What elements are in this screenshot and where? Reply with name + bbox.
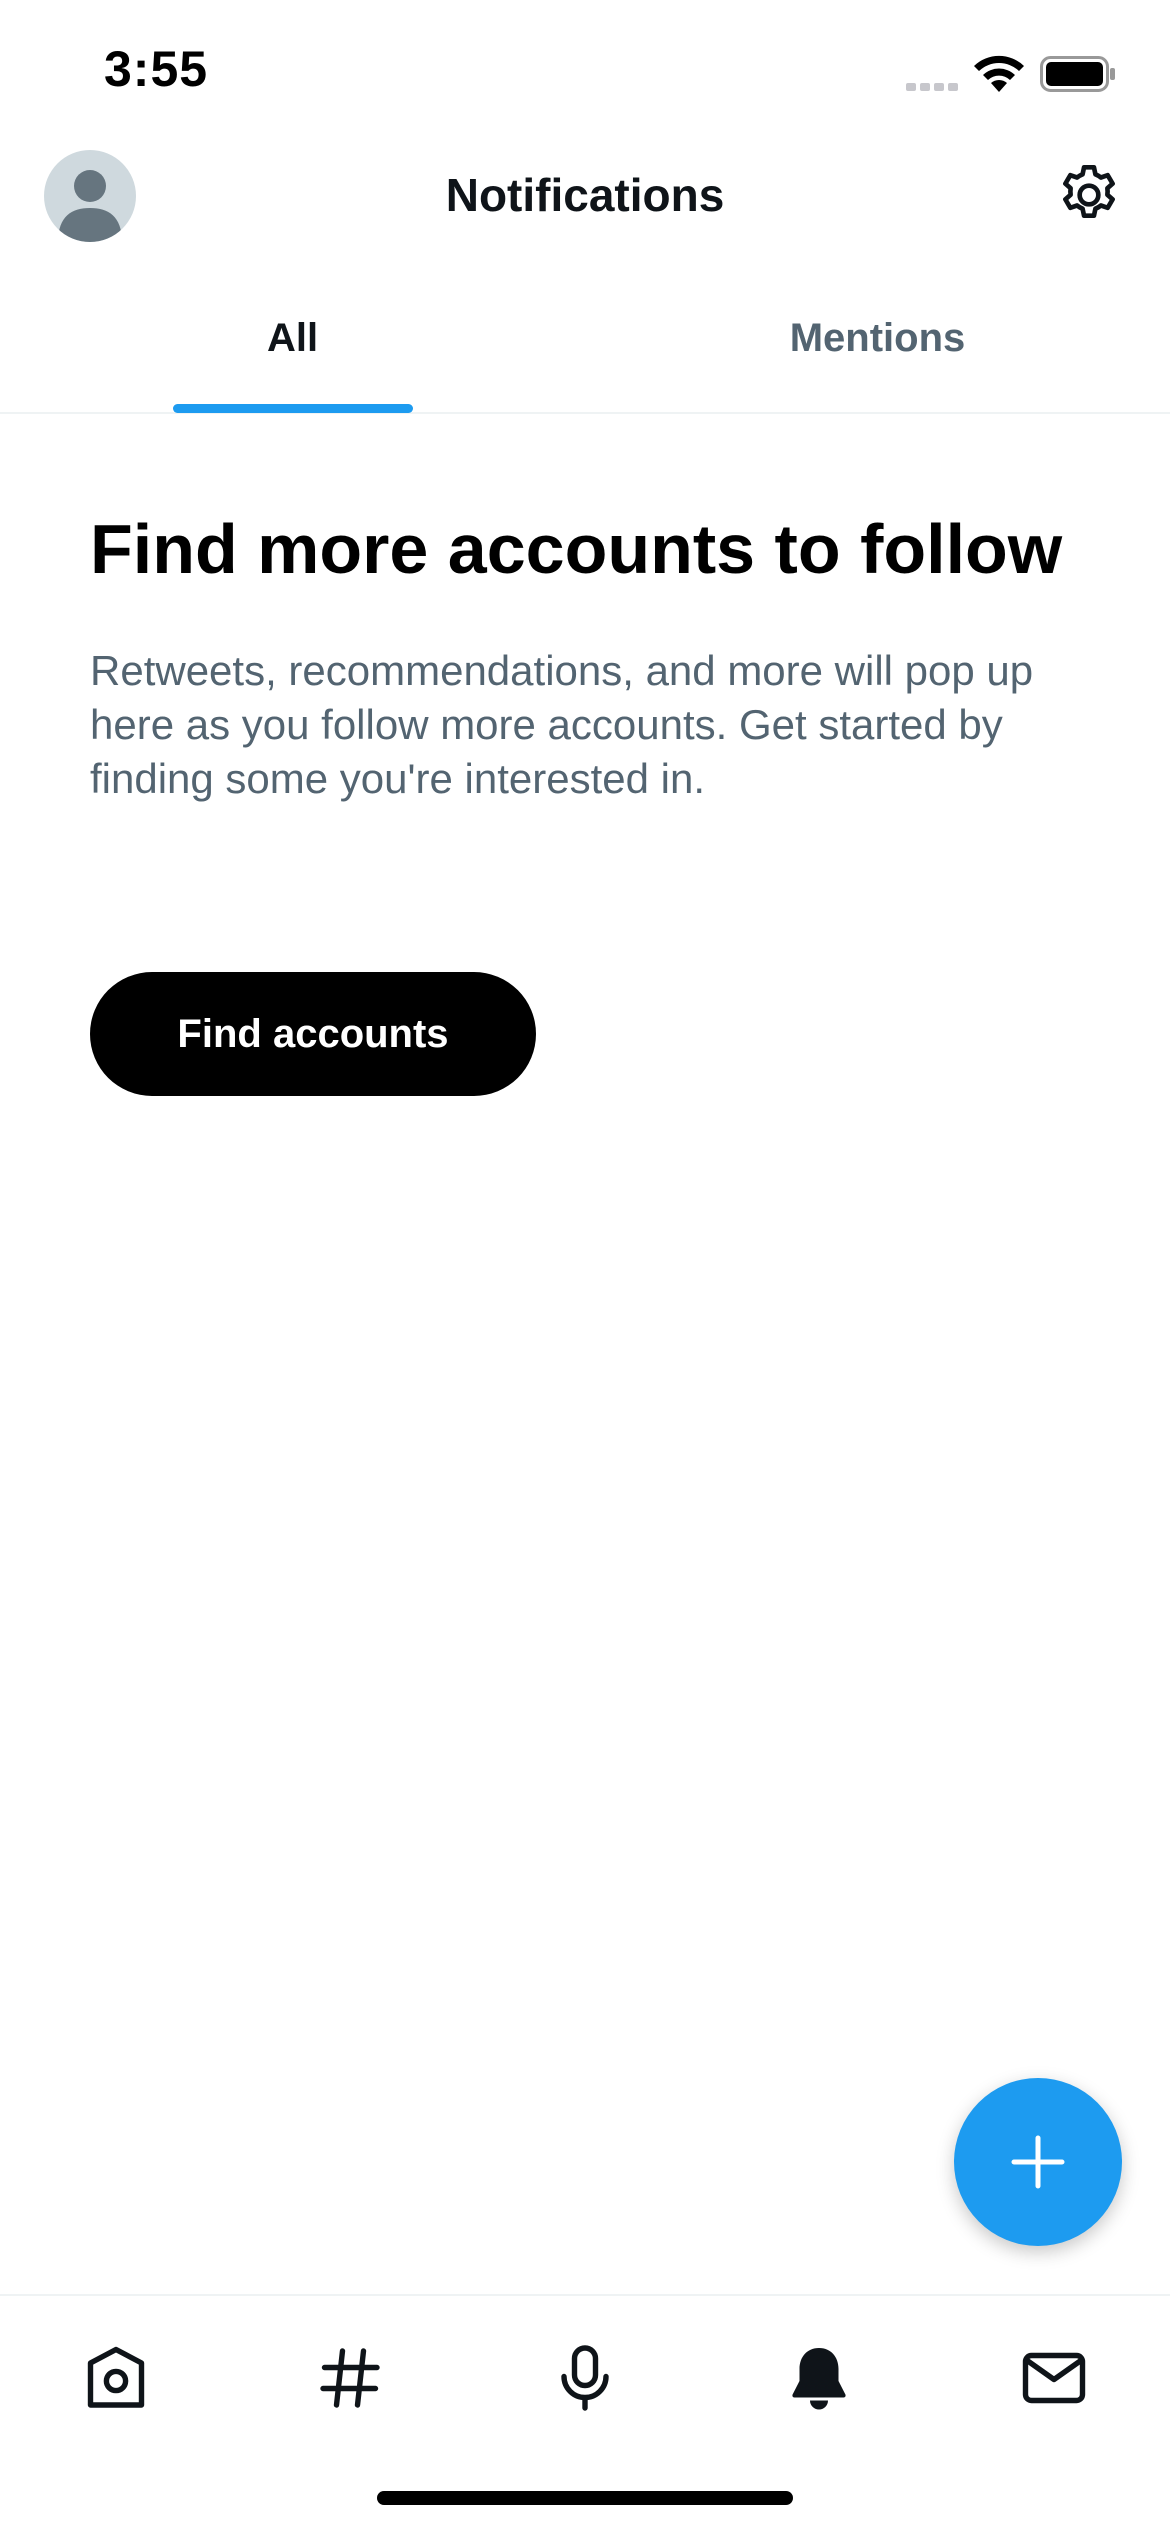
empty-state: Find more accounts to follow Retweets, r… [90,506,1090,806]
wifi-icon [974,55,1024,92]
mail-icon [1022,2352,1086,2404]
empty-state-description: Retweets, recommendations, and more will… [90,647,1034,802]
bell-icon [792,2348,846,2410]
microphone-icon [561,2345,609,2411]
page-title: Notifications [445,169,725,221]
status-bar: 3:55 [0,0,1170,140]
nav-messages[interactable] [1012,2336,1096,2420]
tab-all[interactable]: All [0,290,585,414]
home-indicator [377,2491,793,2505]
notification-tabs: All Mentions [0,290,1170,414]
plus-icon [1011,2135,1065,2189]
status-time: 3:55 [104,41,209,97]
tab-mentions[interactable]: Mentions [585,290,1170,414]
empty-state-title: Find more accounts to follow [90,510,1063,588]
home-icon [87,2346,145,2408]
top-app-bar: Notifications [0,140,1170,250]
gear-icon[interactable] [1054,160,1124,230]
find-accounts-button[interactable]: Find accounts [90,972,536,1096]
nav-spaces[interactable] [543,2336,627,2420]
nav-home[interactable] [74,2336,158,2420]
battery-icon [1040,56,1115,92]
nav-notifications[interactable] [777,2336,861,2420]
cellular-signal-icon [906,83,958,91]
compose-button[interactable] [954,2078,1122,2246]
nav-explore[interactable] [308,2336,392,2420]
active-tab-indicator [173,404,413,413]
hashtag-icon [320,2348,380,2408]
